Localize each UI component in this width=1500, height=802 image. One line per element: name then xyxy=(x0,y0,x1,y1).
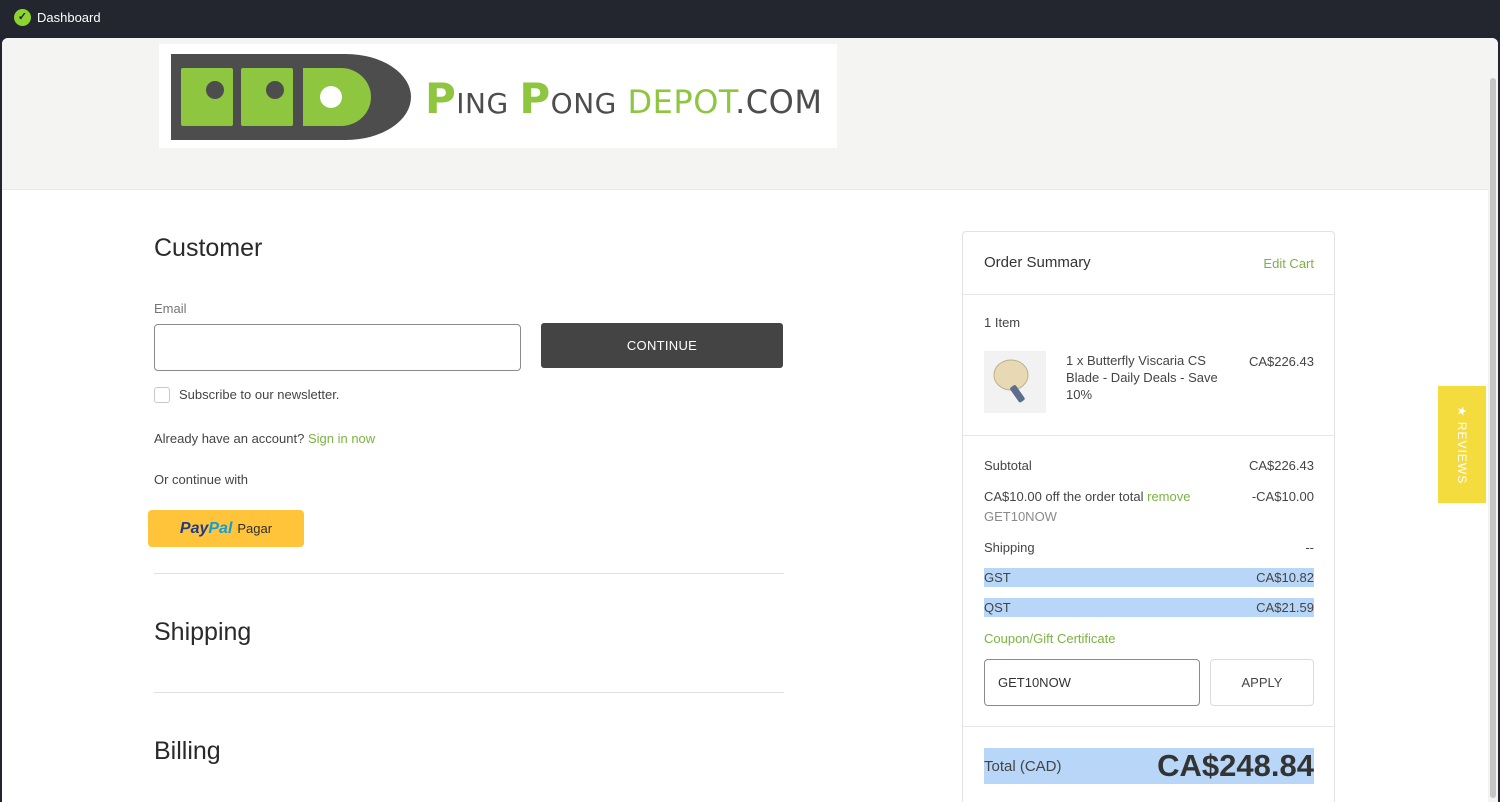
section-divider xyxy=(154,573,784,574)
summary-divider xyxy=(963,294,1334,295)
reviews-tab-label: ★ REVIEWS xyxy=(1455,405,1469,484)
remove-discount-link[interactable]: remove xyxy=(1147,489,1190,504)
apply-coupon-button[interactable]: APPLY xyxy=(1210,659,1314,706)
paddle-blade-icon xyxy=(993,359,1029,403)
paypal-button[interactable]: Pay Pal Pagar xyxy=(148,510,304,547)
window-titlebar: ✓ Dashboard xyxy=(0,0,1500,34)
total-row: Total (CAD) CA$248.84 xyxy=(984,748,1314,784)
summary-divider xyxy=(963,726,1334,727)
coupon-input[interactable] xyxy=(984,659,1200,706)
total-value: CA$248.84 xyxy=(1157,748,1314,783)
qst-label: QST xyxy=(984,600,1011,615)
account-prompt: Already have an account? Sign in now xyxy=(154,431,375,446)
item-price: CA$226.43 xyxy=(1248,354,1314,369)
continue-button[interactable]: CONTINUE xyxy=(541,323,783,368)
email-label: Email xyxy=(154,301,187,316)
paypal-logo-pal: Pal xyxy=(208,519,233,537)
paypal-action-label: Pagar xyxy=(237,521,273,536)
shipping-value: -- xyxy=(1305,540,1314,555)
customer-heading: Customer xyxy=(154,234,263,262)
window-title: Dashboard xyxy=(37,9,101,25)
coupon-toggle[interactable]: Coupon/Gift Certificate xyxy=(984,631,1314,646)
email-input[interactable] xyxy=(154,324,521,371)
scrollbar-thumb[interactable] xyxy=(1490,78,1496,798)
newsletter-label: Subscribe to our newsletter. xyxy=(179,387,340,402)
subtotal-row: Subtotal CA$226.43 xyxy=(984,458,1314,473)
item-count: 1 Item xyxy=(984,315,1021,330)
reviews-tab[interactable]: ★ REVIEWS xyxy=(1438,386,1486,503)
paypal-logo-pay: Pay xyxy=(179,519,209,537)
discount-label: CA$10.00 off the order total xyxy=(984,489,1144,504)
billing-heading: Billing xyxy=(154,737,221,765)
edit-cart-link[interactable]: Edit Cart xyxy=(1263,256,1314,271)
gst-row: GST CA$10.82 xyxy=(984,568,1314,587)
qst-row: QST CA$21.59 xyxy=(984,598,1314,617)
sign-in-link[interactable]: Sign in now xyxy=(308,431,375,446)
app-logo-icon: ✓ xyxy=(14,8,31,26)
ppd-logo-mark-icon xyxy=(171,54,411,140)
or-continue-label: Or continue with xyxy=(154,472,248,487)
store-header: PING PONG DEPOT.COM xyxy=(2,38,1488,190)
qst-value: CA$21.59 xyxy=(1256,600,1314,615)
page-viewport: PING PONG DEPOT.COM Customer Email CONTI… xyxy=(2,38,1498,802)
store-wordmark: PING PONG DEPOT.COM xyxy=(425,74,823,123)
shipping-heading: Shipping xyxy=(154,618,252,646)
gst-value: CA$10.82 xyxy=(1256,570,1314,585)
discount-row: CA$10.00 off the order total remove -CA$… xyxy=(984,489,1314,504)
discount-code: GET10NOW xyxy=(984,509,1057,524)
gst-label: GST xyxy=(984,570,1011,585)
order-summary-panel: Order Summary Edit Cart 1 Item 1 x Butte… xyxy=(962,231,1335,802)
newsletter-checkbox[interactable] xyxy=(154,387,170,403)
subtotal-value: CA$226.43 xyxy=(1248,458,1314,473)
store-logo[interactable]: PING PONG DEPOT.COM xyxy=(159,44,837,148)
total-label: Total (CAD) xyxy=(984,757,1062,775)
shipping-row: Shipping -- xyxy=(984,540,1314,555)
order-summary-title: Order Summary xyxy=(984,254,1091,271)
item-description: 1 x Butterfly Viscaria CS Blade - Daily … xyxy=(1066,353,1218,402)
page-scrollbar[interactable] xyxy=(1488,38,1498,802)
shipping-label: Shipping xyxy=(984,540,1035,555)
discount-value: -CA$10.00 xyxy=(1251,489,1314,504)
section-divider xyxy=(154,692,784,693)
product-thumbnail xyxy=(984,351,1046,413)
summary-divider xyxy=(963,435,1334,436)
subtotal-label: Subtotal xyxy=(984,458,1032,473)
account-prompt-text: Already have an account? xyxy=(154,431,305,446)
